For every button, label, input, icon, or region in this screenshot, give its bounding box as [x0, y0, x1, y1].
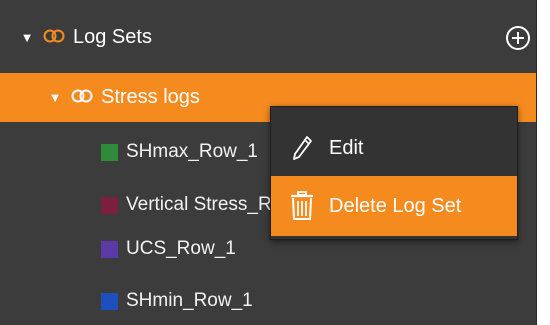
- log-item-label: SHmax_Row_1: [126, 141, 258, 162]
- caret-down-icon[interactable]: ▼: [19, 30, 35, 45]
- pencil-icon: [289, 133, 315, 163]
- log-tree-panel: ▼ Log Sets ▼ Stress logs SHmax_Row_1 Ver…: [0, 0, 537, 325]
- add-log-set-icon[interactable]: [506, 26, 530, 50]
- log-item-label: SHmin_Row_1: [126, 290, 253, 311]
- log-item-label: UCS_Row_1: [126, 238, 236, 259]
- tree-node-log-sets[interactable]: ▼ Log Sets: [0, 15, 536, 60]
- log-item-shmin[interactable]: SHmin_Row_1: [101, 286, 253, 316]
- log-item-shmax[interactable]: SHmax_Row_1: [101, 137, 258, 167]
- log-color-swatch: [101, 196, 118, 214]
- edit-menu-item[interactable]: Edit: [271, 125, 517, 171]
- context-menu: Edit Delete Log Set: [270, 106, 518, 240]
- log-item-ucs[interactable]: UCS_Row_1: [101, 234, 236, 264]
- tree-node-label: Stress logs: [101, 86, 200, 108]
- caret-down-icon[interactable]: ▼: [47, 90, 63, 105]
- tree-node-label: Log Sets: [73, 26, 152, 48]
- trash-icon: [289, 191, 315, 221]
- log-color-swatch: [101, 143, 118, 161]
- log-color-swatch: [101, 240, 118, 258]
- log-set-icon: [71, 86, 93, 109]
- delete-log-set-menu-item[interactable]: Delete Log Set: [271, 176, 517, 236]
- edit-label: Edit: [329, 136, 364, 159]
- delete-label: Delete Log Set: [329, 194, 462, 217]
- log-color-swatch: [101, 292, 118, 310]
- log-sets-icon: [43, 26, 65, 49]
